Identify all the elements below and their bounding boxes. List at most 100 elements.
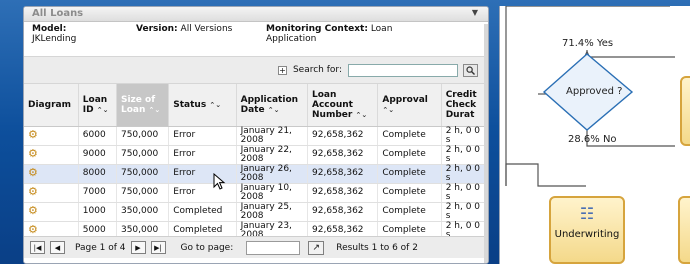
duration-cell: 2 h, 0 0 s [441, 145, 488, 165]
meta-info: Model: JKLending Version: All Versions M… [24, 22, 488, 48]
duration-cell: 2 h, 0 0 s [441, 202, 488, 222]
loan-size-cell: 750,000 [116, 183, 170, 203]
approval-cell: Complete [377, 126, 442, 146]
duration-cell: 2 h, 0 0 s [441, 126, 488, 146]
version-info: Version: All Versions [136, 24, 244, 48]
yes-branch-label: 71.4% Yes [562, 38, 614, 49]
sort-icon[interactable]: ⌃⌄ [268, 106, 280, 114]
table-row[interactable]: ⚙ 9000 750,000 Error January 22, 2008 92… [24, 145, 488, 165]
sort-icon[interactable]: ⌃⌄ [355, 111, 367, 119]
loan-size-cell: 350,000 [116, 202, 170, 222]
table-row[interactable]: ⚙ 1000 350,000 Completed January 25, 200… [24, 202, 488, 222]
approval-cell: Complete [377, 183, 442, 203]
underwriting-label: Underwriting [554, 229, 620, 240]
model-info: Model: JKLending [32, 24, 114, 48]
no-branch-label: 28.6% No [568, 134, 617, 145]
status-cell: Completed [168, 202, 237, 222]
col-header-diagram[interactable]: Diagram [24, 84, 79, 127]
next-task-box[interactable] [680, 76, 690, 146]
loan-id-cell: 8000 [78, 164, 117, 184]
account-number-cell: 92,658,362 [307, 183, 379, 203]
account-number-cell: 92,658,362 [307, 145, 379, 165]
pagination-bar: |◀ ◀ Page 1 of 4 ▶ ▶| Go to page: ↗ Resu… [24, 236, 488, 258]
approval-cell: Complete [377, 202, 442, 222]
collapse-arrow-icon[interactable]: ▼ [472, 8, 478, 17]
sort-icon[interactable]: ⌃⌄ [382, 106, 394, 114]
goto-label: Go to page: [180, 242, 234, 253]
diagram-link-icon[interactable]: ⚙ [28, 223, 38, 236]
col-header-status[interactable]: Status ⌃⌄ [168, 84, 237, 127]
user-group-icon: ☷ [579, 204, 595, 223]
sort-icon[interactable]: ⌃⌄ [97, 106, 109, 114]
sort-icon[interactable]: ⌃⌄ [149, 106, 161, 114]
col-header-approval[interactable]: Approval ⌃⌄ [377, 84, 442, 127]
approval-cell: Complete [377, 164, 442, 184]
prev-page-icon[interactable]: ◀ [50, 241, 65, 254]
sort-icon[interactable]: ⌃⌄ [209, 101, 221, 109]
vertical-scrollbar[interactable] [484, 24, 488, 263]
diagram-link-icon[interactable]: ⚙ [28, 128, 38, 141]
duration-cell: 2 h, 0 0 s [441, 183, 488, 203]
expand-plus-icon[interactable]: + [277, 65, 287, 75]
col-header-application-date[interactable]: Application Date ⌃⌄ [236, 84, 309, 127]
account-number-cell: 92,658,362 [307, 126, 379, 146]
col-header-size-of-loan[interactable]: Size of Loan ⌃⌄ [116, 84, 170, 127]
diagram-link-icon[interactable]: ⚙ [28, 185, 38, 198]
mouse-cursor-icon [213, 173, 226, 190]
application-date-cell: January 21, 2008 [236, 126, 309, 146]
loan-id-cell: 9000 [78, 145, 117, 165]
model-label: Model: [32, 24, 67, 34]
application-date-cell: January 10, 2008 [236, 183, 309, 203]
go-arrow-icon[interactable]: ↗ [308, 240, 325, 255]
magnifier-icon [466, 65, 475, 75]
loans-table: Diagram Loan ID ⌃⌄ Size of Loan ⌃⌄ Statu… [24, 84, 488, 241]
loan-id-cell: 1000 [78, 202, 117, 222]
col-header-loan-account-number[interactable]: Loan Account Number ⌃⌄ [307, 84, 379, 127]
context-label: Monitoring Context: [266, 24, 368, 34]
status-cell: Error [168, 126, 237, 146]
loan-id-cell: 6000 [78, 126, 117, 146]
table-row[interactable]: ⚙ 8000 750,000 Error January 26, 2008 92… [24, 164, 488, 184]
version-value: All Versions [180, 24, 233, 34]
application-date-cell: January 22, 2008 [236, 145, 309, 165]
duration-cell: 2 h, 0 0 s [441, 164, 488, 184]
panel-title: All Loans [32, 8, 84, 19]
model-value: JKLending [32, 34, 77, 44]
goto-page-input[interactable] [246, 240, 301, 255]
table-header-row: Diagram Loan ID ⌃⌄ Size of Loan ⌃⌄ Statu… [24, 84, 488, 127]
first-page-icon[interactable]: |◀ [30, 241, 45, 254]
page-indicator: Page 1 of 4 [75, 242, 126, 253]
col-header-credit-check-duration[interactable]: Credit Check Durat [441, 84, 488, 127]
loan-size-cell: 750,000 [116, 164, 170, 184]
search-bar: + Search for: [24, 56, 488, 84]
table-row[interactable]: ⚙ 6000 750,000 Error January 21, 2008 92… [24, 126, 488, 146]
search-label: Search for: [292, 65, 342, 75]
diagram-link-icon[interactable]: ⚙ [28, 204, 38, 217]
panel-header: All Loans ▼ [24, 7, 488, 22]
search-input[interactable] [348, 63, 458, 77]
results-text: Results 1 to 6 of 2 [336, 242, 418, 253]
table-row[interactable]: ⚙ 7000 750,000 Error January 10, 2008 92… [24, 183, 488, 203]
loan-size-cell: 750,000 [116, 126, 170, 146]
status-cell: Error [168, 145, 237, 165]
search-button[interactable] [463, 63, 478, 77]
account-number-cell: 92,658,362 [307, 164, 379, 184]
col-header-loan-id[interactable]: Loan ID ⌃⌄ [78, 84, 117, 127]
diagram-link-icon[interactable]: ⚙ [28, 166, 38, 179]
underwriting-task[interactable]: ☷ Underwriting [549, 196, 625, 264]
diagram-link-icon[interactable]: ⚙ [28, 147, 38, 160]
approval-cell: Complete [377, 145, 442, 165]
last-page-icon[interactable]: ▶| [150, 241, 166, 254]
version-label: Version: [136, 24, 178, 34]
loan-id-cell: 7000 [78, 183, 117, 203]
account-number-cell: 92,658,362 [307, 202, 379, 222]
all-loans-panel: All Loans ▼ Model: JKLending Version: Al… [23, 6, 489, 264]
process-diagram-panel: 71.4% Yes Approved ? 28.6% No ☷ Underwri… [499, 6, 690, 264]
loan-size-cell: 750,000 [116, 145, 170, 165]
application-date-cell: January 25, 2008 [236, 202, 309, 222]
next-page-icon[interactable]: ▶ [130, 241, 146, 254]
right-task-box[interactable] [678, 196, 690, 264]
decision-label: Approved ? [566, 86, 623, 97]
application-date-cell: January 26, 2008 [236, 164, 309, 184]
context-info: Monitoring Context: Loan Application [266, 24, 416, 48]
